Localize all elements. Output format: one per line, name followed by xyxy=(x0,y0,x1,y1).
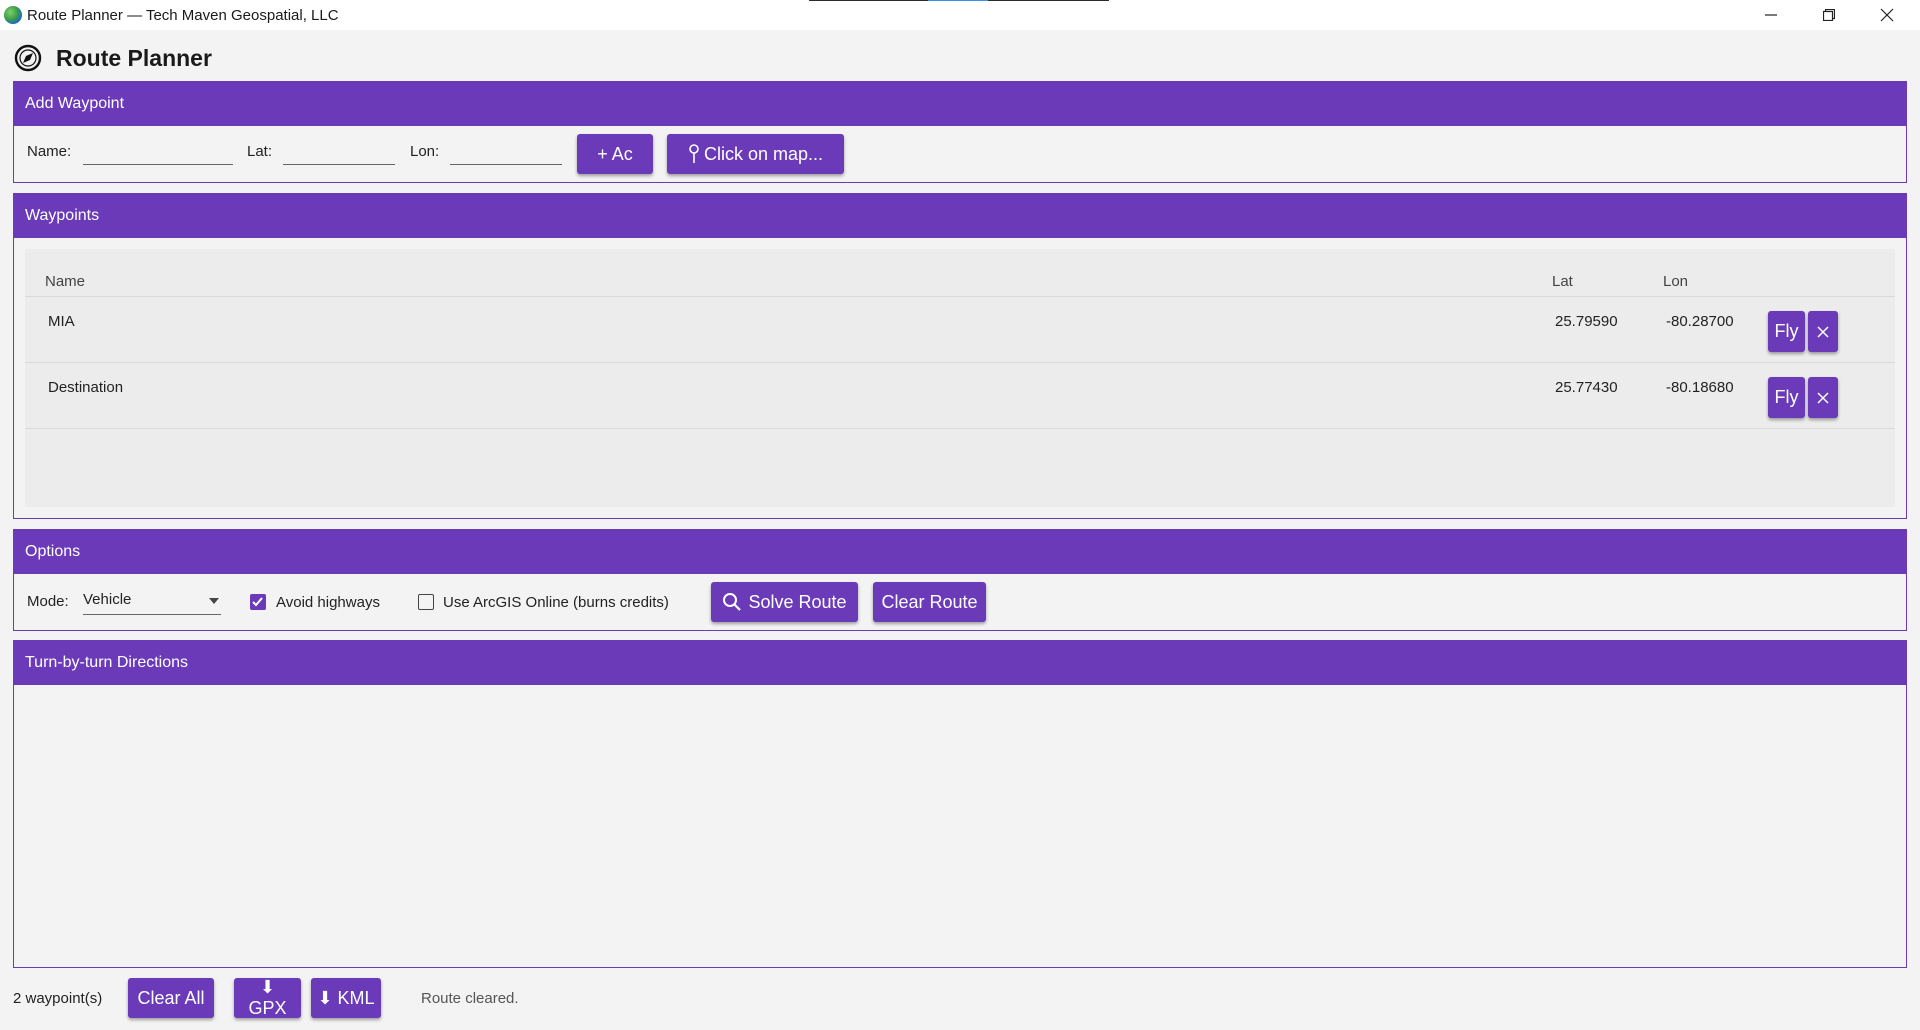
globe-icon xyxy=(4,6,22,24)
solve-route-button[interactable]: Solve Route xyxy=(711,582,858,622)
click-on-map-label: Click on map... xyxy=(703,143,824,164)
table-row[interactable]: MIA 25.79590 -80.28700 Fly xyxy=(25,296,1895,363)
lat-input[interactable] xyxy=(283,141,395,165)
clear-route-button[interactable]: Clear Route xyxy=(873,582,986,622)
page-title: Route Planner xyxy=(56,44,212,71)
mode-value: Vehicle xyxy=(83,591,132,608)
restore-icon xyxy=(1823,9,1835,21)
directions-heading: Turn-by-turn Directions xyxy=(14,641,1906,685)
export-gpx-button[interactable]: ⬇ GPX xyxy=(234,977,301,1018)
avoid-highways-label: Avoid highways xyxy=(276,594,380,611)
directions-panel: Turn-by-turn Directions xyxy=(13,640,1907,968)
table-row[interactable]: Destination 25.77430 -80.18680 Fly xyxy=(25,362,1895,429)
checkmark-icon xyxy=(252,597,263,607)
export-kml-button[interactable]: ⬇ KML xyxy=(311,978,381,1018)
chevron-down-icon xyxy=(209,598,219,604)
click-on-map-button[interactable]: Click on map... xyxy=(667,134,844,174)
pin-icon xyxy=(689,144,699,163)
column-header-lon[interactable]: Lon xyxy=(1663,273,1688,290)
add-waypoint-button[interactable]: + Ac xyxy=(577,134,653,174)
waypoints-panel: Waypoints Name Lat Lon MIA 25.79590 -80.… xyxy=(13,193,1907,519)
titlebar-divider-accent xyxy=(928,0,988,1)
search-icon xyxy=(723,593,742,611)
add-waypoint-panel: Add Waypoint Name: Lat: Lon: + Ac Click … xyxy=(13,81,1907,183)
name-input[interactable] xyxy=(83,141,233,165)
fly-to-button[interactable]: Fly xyxy=(1768,377,1805,418)
solve-route-label: Solve Route xyxy=(748,591,847,612)
use-arcgis-online-label: Use ArcGIS Online (burns credits) xyxy=(443,594,669,611)
lon-input[interactable] xyxy=(450,141,562,165)
mode-select[interactable]: Vehicle xyxy=(83,588,221,615)
lat-label: Lat: xyxy=(247,143,273,160)
close-icon xyxy=(1817,325,1829,338)
name-label: Name: xyxy=(27,143,72,160)
window-title: Route Planner — Tech Maven Geospatial, L… xyxy=(27,7,339,24)
waypoint-lon: -80.18680 xyxy=(1666,379,1734,396)
avoid-highways-checkbox[interactable] xyxy=(250,594,266,610)
waypoint-lat: 25.77430 xyxy=(1555,379,1618,396)
waypoint-lat: 25.79590 xyxy=(1555,313,1618,330)
lon-label: Lon: xyxy=(410,143,440,160)
waypoint-lon: -80.28700 xyxy=(1666,313,1734,330)
compass-icon xyxy=(14,44,42,72)
options-heading: Options xyxy=(14,530,1906,574)
close-icon xyxy=(1817,391,1829,404)
waypoint-name: MIA xyxy=(48,313,75,330)
restore-button[interactable] xyxy=(1800,0,1858,30)
column-header-lat[interactable]: Lat xyxy=(1552,273,1573,290)
window-titlebar: Route Planner — Tech Maven Geospatial, L… xyxy=(0,0,1920,30)
remove-waypoint-button[interactable] xyxy=(1808,377,1838,418)
waypoint-count: 2 waypoint(s) xyxy=(13,990,103,1007)
table-row-divider xyxy=(25,428,1895,429)
waypoints-table: Name Lat Lon MIA 25.79590 -80.28700 Fly … xyxy=(25,249,1895,507)
clear-all-button[interactable]: Clear All xyxy=(128,978,214,1018)
close-icon xyxy=(1880,8,1894,22)
add-waypoint-heading: Add Waypoint xyxy=(14,82,1906,126)
waypoints-heading: Waypoints xyxy=(14,194,1906,238)
minimize-button[interactable] xyxy=(1742,0,1800,30)
directions-list xyxy=(14,685,1906,967)
options-panel: Options Mode: Vehicle Avoid highways Use… xyxy=(13,529,1907,631)
mode-label: Mode: xyxy=(27,593,69,610)
remove-waypoint-button[interactable] xyxy=(1808,311,1838,352)
status-message: Route cleared. xyxy=(421,990,519,1007)
use-arcgis-online-checkbox[interactable] xyxy=(418,594,434,610)
column-header-name[interactable]: Name xyxy=(45,273,85,290)
minimize-icon xyxy=(1765,14,1777,16)
close-window-button[interactable] xyxy=(1858,0,1916,30)
fly-to-button[interactable]: Fly xyxy=(1768,311,1805,352)
waypoint-name: Destination xyxy=(48,379,124,396)
page-header: Route Planner xyxy=(14,42,212,74)
